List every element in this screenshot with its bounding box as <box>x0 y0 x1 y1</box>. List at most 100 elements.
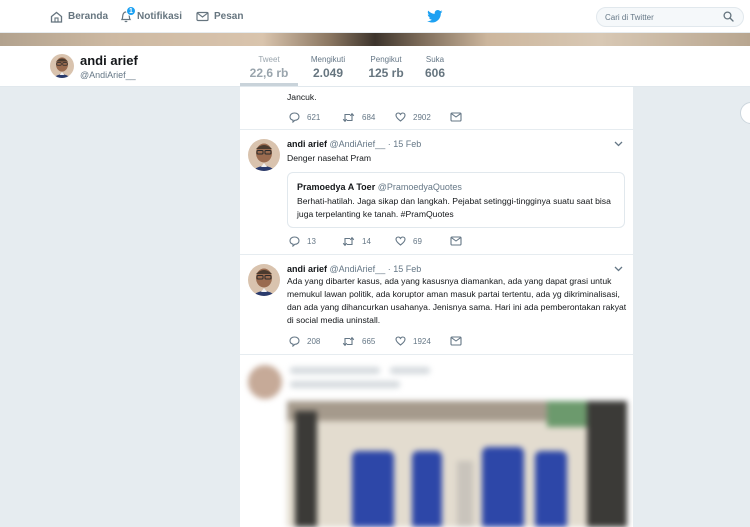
tweet-text: Denger nasehat Pram <box>287 153 372 163</box>
blurred-light-object <box>457 461 473 527</box>
retweet-count: 684 <box>362 113 376 122</box>
quoted-author-name: Pramoedya A Toer <box>297 182 376 192</box>
nav-messages[interactable]: Pesan <box>196 0 243 33</box>
envelope-icon <box>450 112 462 122</box>
tweet[interactable]: Jancuk. 621 684 2902 <box>240 87 633 130</box>
stat-likes[interactable]: Suka 606 <box>420 55 450 80</box>
tweet-timeline: Jancuk. 621 684 2902 andi arief @AndiAri… <box>240 87 633 527</box>
envelope-icon <box>450 336 462 346</box>
nav-home[interactable]: Beranda <box>50 0 108 33</box>
chevron-down-icon[interactable] <box>614 266 623 272</box>
reply-icon <box>289 336 300 347</box>
stat-label: Tweet <box>258 55 280 64</box>
profile-avatar[interactable] <box>50 54 74 78</box>
quoted-tweet-header: Pramoedya A Toer @PramoedyaQuotes <box>297 182 462 192</box>
like-button[interactable]: 2902 <box>395 112 431 122</box>
tweet-date[interactable]: · 15 Feb <box>388 139 422 149</box>
like-button[interactable]: 1924 <box>395 336 431 346</box>
stat-label: Suka <box>425 55 445 64</box>
like-button[interactable]: 69 <box>395 236 422 246</box>
stat-value: 2.049 <box>312 66 344 80</box>
twitter-bird-icon[interactable] <box>427 10 443 23</box>
direct-message-button[interactable] <box>450 112 469 122</box>
stat-tweets[interactable]: Tweet 22,6 rb <box>248 55 290 80</box>
retweet-button[interactable]: 684 <box>342 112 375 123</box>
blurred-text-line <box>290 381 400 388</box>
blurred-tweet-content <box>240 355 633 527</box>
retweet-icon <box>342 112 355 123</box>
home-icon <box>50 11 63 23</box>
reply-button[interactable]: 13 <box>289 236 316 247</box>
tweet-actions: 208 665 1924 <box>287 336 487 350</box>
nav-messages-label: Pesan <box>214 11 244 22</box>
tweet-avatar[interactable] <box>248 264 280 296</box>
reply-button[interactable]: 621 <box>289 112 320 123</box>
reply-icon <box>289 236 300 247</box>
stat-value: 125 rb <box>368 66 404 80</box>
stat-following[interactable]: Mengikuti 2.049 <box>306 55 350 80</box>
tweet-date[interactable]: · 15 Feb <box>388 264 422 274</box>
tweet-author-handle[interactable]: @AndiArief__ <box>330 139 386 149</box>
nav-notifications-label: Notifikasi <box>137 11 183 22</box>
heart-icon <box>395 236 406 246</box>
profile-name[interactable]: andi arief <box>80 53 138 68</box>
like-count: 1924 <box>413 336 431 346</box>
quoted-tweet-text: Berhati-hatilah. Jaga sikap dan langkah.… <box>297 196 611 219</box>
envelope-icon <box>450 236 462 246</box>
blurred-blue-shirt <box>352 451 394 527</box>
retweet-button[interactable]: 14 <box>342 236 371 247</box>
tweet-author-name[interactable]: andi arief <box>287 139 327 149</box>
profile-navigation-bar: andi arief @AndiArief__ Tweet 22,6 rb Me… <box>0 46 750 124</box>
direct-message-button[interactable] <box>450 236 469 246</box>
profile-handle: @AndiArief__ <box>80 70 136 80</box>
tweet-text: Ada yang dibarter kasus, ada yang kasusn… <box>287 276 627 325</box>
like-count: 2902 <box>413 112 431 122</box>
stat-value: 22,6 rb <box>249 66 289 80</box>
quoted-tweet[interactable]: Pramoedya A Toer @PramoedyaQuotes Berhat… <box>287 172 625 228</box>
heart-icon <box>395 336 406 346</box>
tweet[interactable]: andi arief @AndiArief__ · 15 Feb Ada yan… <box>240 255 633 355</box>
blurred-dark-panel <box>295 411 317 527</box>
blurred-text-line <box>290 367 380 374</box>
tweet-text: Jancuk. <box>287 92 317 102</box>
nav-home-label: Beranda <box>68 11 109 22</box>
reply-count: 13 <box>307 237 316 246</box>
retweet-count: 14 <box>362 237 371 246</box>
profile-action-button[interactable] <box>740 102 750 124</box>
envelope-icon <box>196 11 209 22</box>
blurred-dark-panel <box>587 401 627 527</box>
blurred-blue-shirt <box>412 451 442 527</box>
reply-button[interactable]: 208 <box>289 336 320 347</box>
direct-message-button[interactable] <box>450 336 469 346</box>
reply-count: 621 <box>307 113 321 122</box>
search-input[interactable] <box>596 7 744 27</box>
nav-notifications[interactable]: 1 Notifikasi <box>120 0 182 33</box>
tweet[interactable]: andi arief @AndiArief__ · 15 Feb Denger … <box>240 130 633 255</box>
active-tab-indicator <box>240 83 298 86</box>
retweet-icon <box>342 336 355 347</box>
like-count: 69 <box>413 236 422 246</box>
tweet-author-handle[interactable]: @AndiArief__ <box>330 264 386 274</box>
tweet-actions: 13 14 69 <box>287 236 487 250</box>
search-icon[interactable] <box>723 11 734 22</box>
top-navigation-bar: Beranda 1 Notifikasi Pesan <box>0 0 750 33</box>
retweet-icon <box>342 236 355 247</box>
blurred-photo <box>287 401 627 527</box>
tweet-header: andi arief @AndiArief__ · 15 Feb <box>287 264 421 274</box>
retweet-count: 665 <box>362 337 376 346</box>
tweet-header: andi arief @AndiArief__ · 15 Feb <box>287 139 421 149</box>
retweet-button[interactable]: 665 <box>342 336 375 347</box>
blurred-text-line <box>390 367 430 374</box>
tweet-actions: 621 684 2902 <box>287 112 487 126</box>
profile-header-image <box>0 33 750 46</box>
tweet-avatar[interactable] <box>248 139 280 171</box>
stat-label: Mengikuti <box>310 55 346 64</box>
blurred-tweet <box>240 355 633 527</box>
blurred-blue-shirt <box>482 447 524 527</box>
reply-count: 208 <box>307 337 321 346</box>
chevron-down-icon[interactable] <box>614 141 623 147</box>
reply-icon <box>289 112 300 123</box>
stat-followers[interactable]: Pengikut 125 rb <box>366 55 406 80</box>
tweet-author-name[interactable]: andi arief <box>287 264 327 274</box>
blurred-blue-shirt <box>535 451 567 527</box>
